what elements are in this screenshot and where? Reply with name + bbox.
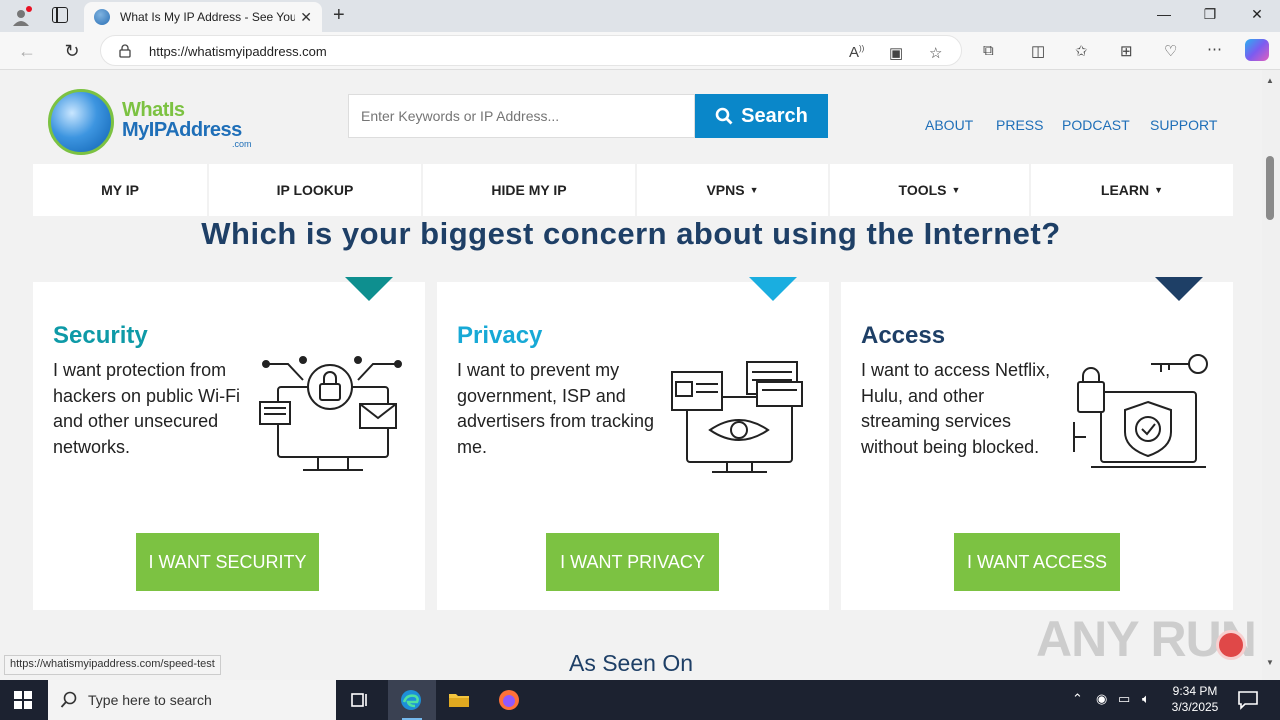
main-menu: MY IP IP LOOKUP HIDE MY IP VPNS ▼ TOOLS ▼ … xyxy=(33,164,1233,216)
security-illustration-icon xyxy=(259,356,402,471)
card-title: Privacy xyxy=(457,322,543,349)
i-want-privacy-button[interactable]: I WANT PRIVACY xyxy=(546,533,719,591)
tab-actions-icon[interactable] xyxy=(52,7,68,23)
network-icon[interactable]: ▭ xyxy=(1118,691,1130,707)
notification-bell-icon[interactable] xyxy=(1216,630,1246,660)
windows-taskbar: Type here to search ⌃ ◉ ▭ 🔈︎ 9:34 PM 3/3… xyxy=(0,680,1280,720)
scroll-up-icon[interactable]: ▲ xyxy=(1266,76,1274,85)
menu-label: LEARN xyxy=(1100,182,1150,198)
menu-label: IP LOOKUP xyxy=(276,182,354,198)
search-button[interactable]: Search xyxy=(695,94,828,138)
status-bar-url: https://whatismyipaddress.com/speed-test xyxy=(4,655,221,675)
url-text: https://whatismyipaddress.com xyxy=(149,44,327,59)
favorites-icon[interactable]: ✩ xyxy=(1075,42,1088,60)
copilot-icon[interactable] xyxy=(1245,39,1269,61)
search-input[interactable] xyxy=(348,94,695,138)
nav-link-support[interactable]: SUPPORT xyxy=(1150,117,1217,133)
card-title: Security xyxy=(53,322,148,349)
access-card: Access I want to access Netflix, Hulu, a… xyxy=(841,277,1233,610)
taskbar-search-box[interactable]: Type here to search xyxy=(48,680,336,720)
browser-tab[interactable]: What Is My IP Address - See Your ✕ xyxy=(84,2,322,32)
windows-start-icon[interactable] xyxy=(14,691,32,709)
split-screen-icon[interactable]: ◫ xyxy=(1031,42,1045,60)
menu-label: MY IP xyxy=(101,182,139,198)
card-pointer xyxy=(1155,277,1203,301)
browser-title-bar: What Is My IP Address - See Your ✕ + — ❐… xyxy=(0,0,1280,32)
search-icon xyxy=(715,107,733,125)
back-button[interactable]: ← xyxy=(16,40,38,62)
site-header: WhatIs MyIPAddress .com Search ABOUT PRE… xyxy=(33,70,1233,164)
globe-logo-icon xyxy=(48,89,114,155)
nav-link-about[interactable]: ABOUT xyxy=(925,117,973,133)
tab-title: What Is My IP Address - See Your xyxy=(120,10,295,24)
meet-now-icon[interactable]: ◉ xyxy=(1096,691,1107,707)
i-want-access-button[interactable]: I WANT ACCESS xyxy=(954,533,1120,591)
refresh-button[interactable]: ↻ xyxy=(61,40,83,62)
card-description: I want protection from hackers on public… xyxy=(53,360,241,457)
logo-text-line2: MyIPAddress xyxy=(122,119,242,141)
search-icon xyxy=(60,691,77,708)
security-card: Security I want protection from hackers … xyxy=(33,277,425,610)
address-bar[interactable]: https://whatismyipaddress.com A)) ▣ ☆ xyxy=(100,35,962,66)
browser-essentials-icon[interactable]: ♡ xyxy=(1164,42,1177,60)
menu-item-ip-lookup[interactable]: IP LOOKUP xyxy=(209,164,423,216)
close-window-button[interactable]: ✕ xyxy=(1247,6,1267,23)
favorite-star-icon[interactable]: ☆ xyxy=(929,44,942,62)
scrollbar-thumb[interactable] xyxy=(1266,156,1274,220)
address-toolbar: ← ↻ https://whatismyipaddress.com A)) ▣ … xyxy=(0,32,1280,70)
menu-item-learn[interactable]: LEARN ▼ xyxy=(1031,164,1233,216)
firefox-icon[interactable] xyxy=(497,688,521,712)
card-description: I want to prevent my government, ISP and… xyxy=(457,360,655,457)
taskbar-search-placeholder: Type here to search xyxy=(88,692,212,708)
menu-label: TOOLS xyxy=(898,182,947,198)
menu-item-vpns[interactable]: VPNS ▼ xyxy=(637,164,830,216)
card-description: I want to access Netflix, Hulu, and othe… xyxy=(861,360,1051,457)
file-explorer-icon[interactable] xyxy=(447,688,471,712)
read-aloud-icon[interactable]: A)) xyxy=(849,44,864,61)
menu-item-my-ip[interactable]: MY IP xyxy=(33,164,209,216)
volume-icon[interactable]: 🔈︎ xyxy=(1142,691,1150,707)
nav-link-podcast[interactable]: PODCAST xyxy=(1062,117,1130,133)
collections-icon[interactable]: ⊞ xyxy=(1120,42,1133,60)
card-title: Access xyxy=(861,322,946,349)
immersive-reader-icon[interactable]: ▣ xyxy=(889,44,903,62)
i-want-security-button[interactable]: I WANT SECURITY xyxy=(136,533,319,591)
nav-link-press[interactable]: PRESS xyxy=(996,117,1043,133)
card-pointer xyxy=(345,277,393,301)
menu-label: VPNS xyxy=(706,182,745,198)
taskbar-clock[interactable]: 9:34 PM 3/3/2025 xyxy=(1166,683,1224,715)
privacy-illustration-icon xyxy=(671,361,803,473)
page-headline: Which is your biggest concern about usin… xyxy=(201,216,1061,251)
profile-icon[interactable] xyxy=(10,6,32,28)
caret-down-icon: ▼ xyxy=(951,185,961,195)
minimize-button[interactable]: — xyxy=(1154,6,1174,22)
web-page: WhatIs MyIPAddress .com Search ABOUT PRE… xyxy=(0,70,1262,680)
clock-time: 9:34 PM xyxy=(1172,684,1218,698)
card-pointer xyxy=(749,277,797,301)
caret-down-icon: ▼ xyxy=(1154,185,1164,195)
search-button-label: Search xyxy=(741,104,808,127)
more-menu-icon[interactable]: ⋯ xyxy=(1207,40,1222,58)
scroll-down-icon[interactable]: ▼ xyxy=(1266,658,1274,667)
privacy-card: Privacy I want to prevent my government,… xyxy=(437,277,829,610)
menu-item-tools[interactable]: TOOLS ▼ xyxy=(830,164,1031,216)
close-tab-icon[interactable]: ✕ xyxy=(300,9,312,26)
task-view-icon[interactable] xyxy=(348,688,372,712)
logo-text-line3: .com xyxy=(232,139,252,149)
restore-button[interactable]: ❐ xyxy=(1200,6,1220,23)
caret-down-icon: ▼ xyxy=(749,185,759,195)
new-tab-button[interactable]: + xyxy=(333,4,345,27)
clock-date: 3/3/2025 xyxy=(1171,700,1219,714)
tray-chevron-icon[interactable]: ⌃ xyxy=(1072,691,1083,707)
lock-icon xyxy=(119,44,131,58)
edge-icon[interactable] xyxy=(399,688,423,712)
menu-label: HIDE MY IP xyxy=(491,182,567,198)
globe-icon xyxy=(94,9,110,25)
menu-item-hide-my-ip[interactable]: HIDE MY IP xyxy=(423,164,637,216)
extensions-icon[interactable]: ⧉ xyxy=(983,42,994,59)
page-scrollbar[interactable]: ▲ ▼ xyxy=(1262,70,1280,680)
notification-center-icon[interactable] xyxy=(1236,688,1260,712)
site-logo[interactable]: WhatIs MyIPAddress .com xyxy=(48,87,258,159)
access-illustration-icon xyxy=(1073,354,1208,468)
